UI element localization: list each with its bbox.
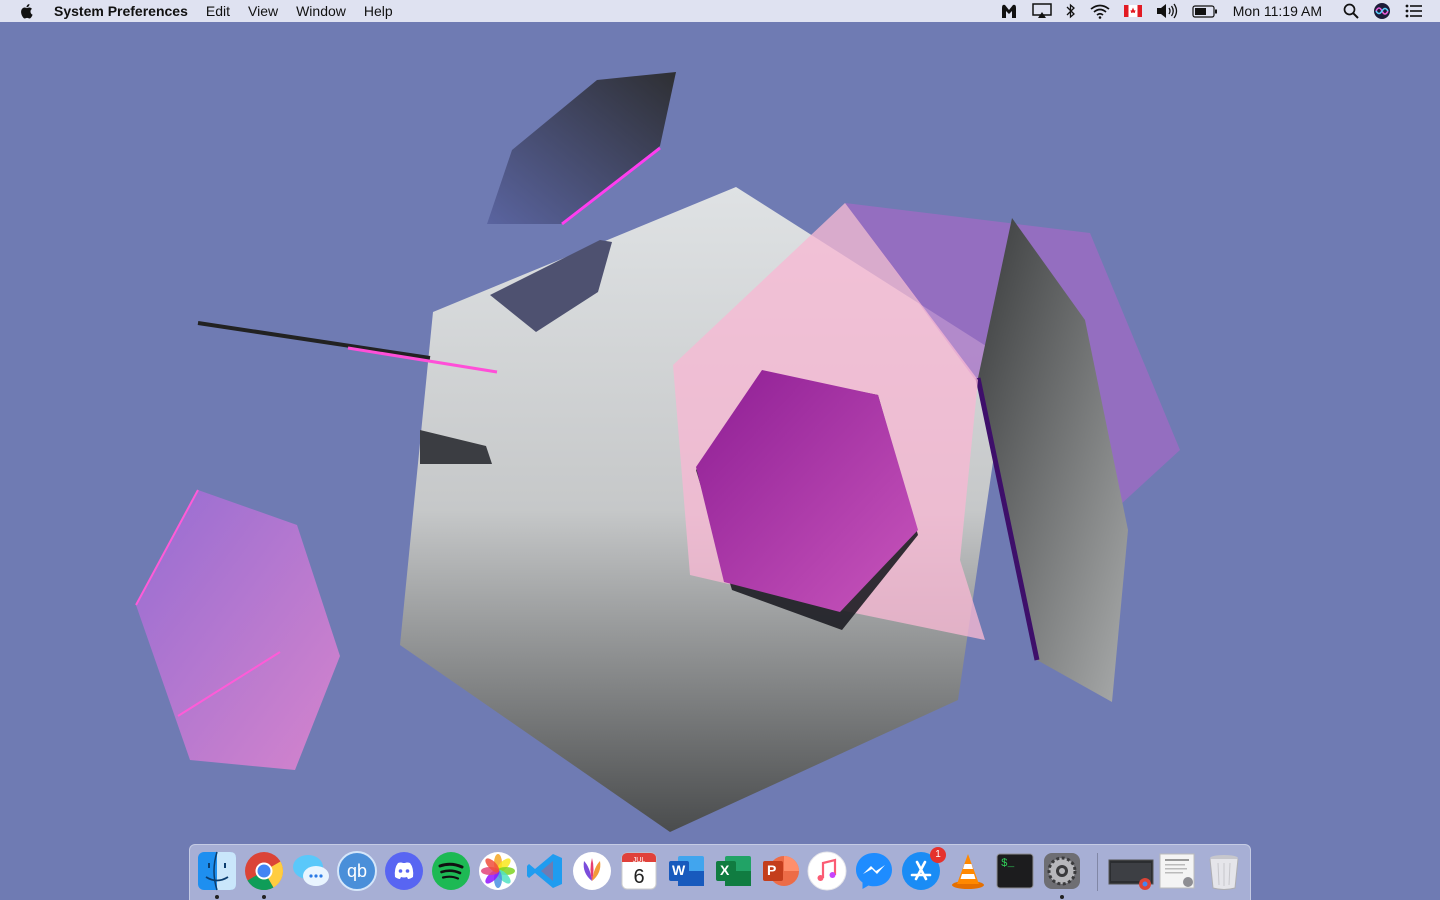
messenger-icon[interactable] — [853, 850, 895, 892]
canada-flag-icon[interactable] — [1123, 0, 1142, 22]
menubar-clock[interactable]: Mon 11:19 AM — [1233, 0, 1322, 22]
wifi-icon[interactable] — [1090, 0, 1110, 22]
affinity-icon[interactable] — [571, 850, 613, 892]
terminal-prompt: $_ — [1001, 858, 1015, 870]
vscode-icon[interactable] — [524, 850, 566, 892]
svg-text:qb: qb — [347, 861, 367, 881]
chrome-window-thumbnail-icon[interactable] — [1107, 850, 1155, 892]
vlc-icon[interactable] — [947, 850, 989, 892]
app-store-badge: 1 — [930, 847, 946, 863]
siri-icon[interactable] — [1373, 0, 1391, 22]
terminal-icon[interactable]: $_ — [994, 850, 1036, 892]
excel-letter: X — [720, 862, 730, 878]
notification-center-icon[interactable] — [1405, 0, 1423, 22]
menu-help[interactable]: Help — [355, 0, 402, 22]
itunes-icon[interactable] — [806, 850, 848, 892]
app-store-icon[interactable]: 1 — [900, 847, 946, 892]
excel-icon[interactable]: X — [712, 850, 754, 892]
volume-icon[interactable] — [1156, 0, 1178, 22]
word-icon[interactable]: W — [665, 850, 707, 892]
dock: qb JUL 6 W X P 1 $_ — [189, 844, 1251, 900]
menu-view[interactable]: View — [239, 0, 287, 22]
system-preferences-running-indicator — [1060, 895, 1064, 899]
calendar-month: JUL — [632, 857, 646, 864]
word-letter: W — [672, 862, 686, 878]
trash-icon[interactable] — [1203, 850, 1245, 892]
chrome-icon[interactable] — [243, 850, 285, 899]
spotify-icon[interactable] — [430, 850, 472, 892]
spotlight-icon[interactable] — [1343, 0, 1359, 22]
airplay-icon[interactable] — [1032, 0, 1052, 22]
chrome-running-indicator — [262, 895, 266, 899]
menu-window[interactable]: Window — [287, 0, 355, 22]
calendar-icon[interactable]: JUL 6 — [618, 850, 660, 892]
malwarebytes-icon[interactable] — [1000, 0, 1018, 22]
finder-icon[interactable] — [196, 850, 238, 899]
apple-menu-icon[interactable] — [20, 3, 36, 19]
document-stack-icon[interactable] — [1156, 850, 1198, 892]
battery-icon[interactable] — [1192, 0, 1218, 22]
system-preferences-icon[interactable] — [1041, 850, 1083, 899]
menu-app-name[interactable]: System Preferences — [54, 0, 197, 22]
menu-bar: System Preferences Edit View Window Help… — [0, 0, 1440, 22]
calendar-day: 6 — [633, 866, 645, 888]
messages-icon[interactable] — [290, 850, 332, 892]
discord-icon[interactable] — [383, 850, 425, 892]
menu-edit[interactable]: Edit — [197, 0, 239, 22]
bluetooth-icon[interactable] — [1066, 0, 1076, 22]
powerpoint-letter: P — [767, 862, 777, 878]
qbittorrent-icon[interactable]: qb — [336, 850, 378, 892]
dock-separator — [1097, 853, 1098, 891]
photos-icon[interactable] — [477, 850, 519, 892]
finder-running-indicator — [215, 895, 219, 899]
powerpoint-icon[interactable]: P — [759, 850, 801, 892]
desktop-wallpaper — [0, 0, 1440, 900]
